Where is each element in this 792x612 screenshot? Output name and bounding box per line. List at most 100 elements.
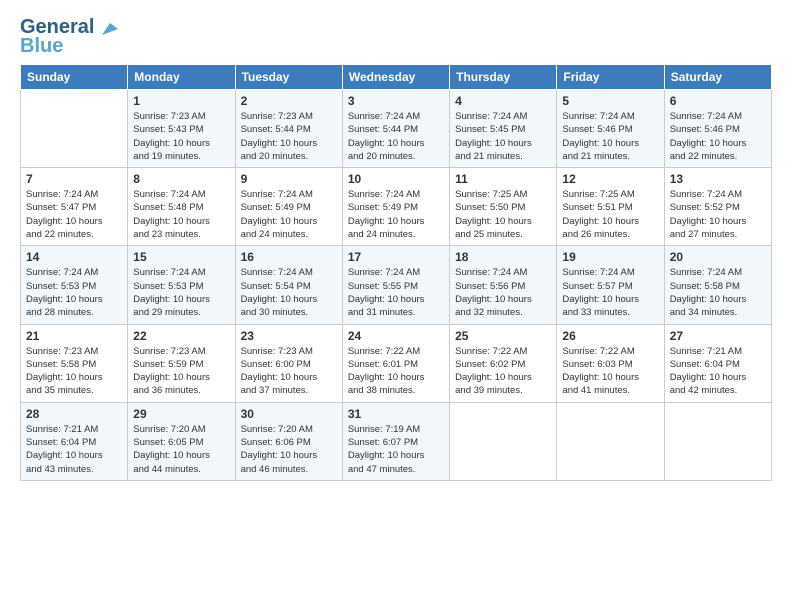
day-detail: Sunrise: 7:22 AM Sunset: 6:01 PM Dayligh… <box>348 345 444 398</box>
logo: General Blue <box>20 16 118 58</box>
table-row: 3 Sunrise: 7:24 AM Sunset: 5:44 PM Daylig… <box>342 90 449 168</box>
day-detail: Sunrise: 7:23 AM Sunset: 5:43 PM Dayligh… <box>133 110 229 163</box>
day-detail: Sunrise: 7:19 AM Sunset: 6:07 PM Dayligh… <box>348 423 444 476</box>
day-number: 15 <box>133 250 229 264</box>
table-row <box>664 402 771 480</box>
day-detail: Sunrise: 7:21 AM Sunset: 6:04 PM Dayligh… <box>670 345 766 398</box>
header-tuesday: Tuesday <box>235 65 342 90</box>
week-row-3: 21 Sunrise: 7:23 AM Sunset: 5:58 PM Dayli… <box>21 324 772 402</box>
table-row <box>21 90 128 168</box>
header-saturday: Saturday <box>664 65 771 90</box>
day-number: 24 <box>348 329 444 343</box>
table-row: 22 Sunrise: 7:23 AM Sunset: 5:59 PM Dayli… <box>128 324 235 402</box>
day-detail: Sunrise: 7:22 AM Sunset: 6:03 PM Dayligh… <box>562 345 658 398</box>
table-row: 20 Sunrise: 7:24 AM Sunset: 5:58 PM Dayli… <box>664 246 771 324</box>
day-number: 23 <box>241 329 337 343</box>
table-row <box>450 402 557 480</box>
day-detail: Sunrise: 7:24 AM Sunset: 5:55 PM Dayligh… <box>348 266 444 319</box>
table-row: 23 Sunrise: 7:23 AM Sunset: 6:00 PM Dayli… <box>235 324 342 402</box>
week-row-2: 14 Sunrise: 7:24 AM Sunset: 5:53 PM Dayli… <box>21 246 772 324</box>
table-row: 12 Sunrise: 7:25 AM Sunset: 5:51 PM Dayli… <box>557 168 664 246</box>
table-row: 30Sunrise: 7:20 AM Sunset: 6:06 PM Dayli… <box>235 402 342 480</box>
day-number: 10 <box>348 172 444 186</box>
table-row: 24 Sunrise: 7:22 AM Sunset: 6:01 PM Dayli… <box>342 324 449 402</box>
day-number: 28 <box>26 407 122 421</box>
day-detail: Sunrise: 7:24 AM Sunset: 5:56 PM Dayligh… <box>455 266 551 319</box>
day-detail: Sunrise: 7:23 AM Sunset: 6:00 PM Dayligh… <box>241 345 337 398</box>
day-number: 18 <box>455 250 551 264</box>
day-number: 21 <box>26 329 122 343</box>
table-row: 6Sunrise: 7:24 AM Sunset: 5:46 PM Daylig… <box>664 90 771 168</box>
week-row-4: 28 Sunrise: 7:21 AM Sunset: 6:04 PM Dayli… <box>21 402 772 480</box>
table-row: 1Sunrise: 7:23 AM Sunset: 5:43 PM Daylig… <box>128 90 235 168</box>
table-row: 26 Sunrise: 7:22 AM Sunset: 6:03 PM Dayli… <box>557 324 664 402</box>
header-sunday: Sunday <box>21 65 128 90</box>
day-detail: Sunrise: 7:23 AM Sunset: 5:44 PM Dayligh… <box>241 110 337 163</box>
day-number: 31 <box>348 407 444 421</box>
day-number: 12 <box>562 172 658 186</box>
table-row: 8Sunrise: 7:24 AM Sunset: 5:48 PM Daylig… <box>128 168 235 246</box>
day-number: 7 <box>26 172 122 186</box>
day-detail: Sunrise: 7:20 AM Sunset: 6:05 PM Dayligh… <box>133 423 229 476</box>
week-row-1: 7 Sunrise: 7:24 AM Sunset: 5:47 PM Daylig… <box>21 168 772 246</box>
day-detail: Sunrise: 7:24 AM Sunset: 5:48 PM Dayligh… <box>133 188 229 241</box>
day-detail: Sunrise: 7:24 AM Sunset: 5:49 PM Dayligh… <box>241 188 337 241</box>
day-detail: Sunrise: 7:24 AM Sunset: 5:53 PM Dayligh… <box>133 266 229 319</box>
day-number: 16 <box>241 250 337 264</box>
day-number: 9 <box>241 172 337 186</box>
week-row-0: 1Sunrise: 7:23 AM Sunset: 5:43 PM Daylig… <box>21 90 772 168</box>
day-number: 3 <box>348 94 444 108</box>
header-monday: Monday <box>128 65 235 90</box>
header-thursday: Thursday <box>450 65 557 90</box>
table-row <box>557 402 664 480</box>
day-number: 22 <box>133 329 229 343</box>
day-detail: Sunrise: 7:24 AM Sunset: 5:47 PM Dayligh… <box>26 188 122 241</box>
day-number: 6 <box>670 94 766 108</box>
day-number: 11 <box>455 172 551 186</box>
day-detail: Sunrise: 7:24 AM Sunset: 5:44 PM Dayligh… <box>348 110 444 163</box>
day-number: 19 <box>562 250 658 264</box>
day-detail: Sunrise: 7:24 AM Sunset: 5:49 PM Dayligh… <box>348 188 444 241</box>
day-detail: Sunrise: 7:24 AM Sunset: 5:52 PM Dayligh… <box>670 188 766 241</box>
table-row: 14Sunrise: 7:24 AM Sunset: 5:53 PM Dayli… <box>21 246 128 324</box>
day-detail: Sunrise: 7:25 AM Sunset: 5:51 PM Dayligh… <box>562 188 658 241</box>
logo-blue: Blue <box>20 35 63 58</box>
day-number: 30 <box>241 407 337 421</box>
table-row: 31 Sunrise: 7:19 AM Sunset: 6:07 PM Dayli… <box>342 402 449 480</box>
table-row: 15 Sunrise: 7:24 AM Sunset: 5:53 PM Dayli… <box>128 246 235 324</box>
day-detail: Sunrise: 7:23 AM Sunset: 5:58 PM Dayligh… <box>26 345 122 398</box>
table-row: 10 Sunrise: 7:24 AM Sunset: 5:49 PM Dayli… <box>342 168 449 246</box>
day-detail: Sunrise: 7:22 AM Sunset: 6:02 PM Dayligh… <box>455 345 551 398</box>
day-detail: Sunrise: 7:21 AM Sunset: 6:04 PM Dayligh… <box>26 423 122 476</box>
table-row: 21 Sunrise: 7:23 AM Sunset: 5:58 PM Dayli… <box>21 324 128 402</box>
day-detail: Sunrise: 7:24 AM Sunset: 5:58 PM Dayligh… <box>670 266 766 319</box>
day-detail: Sunrise: 7:23 AM Sunset: 5:59 PM Dayligh… <box>133 345 229 398</box>
header-friday: Friday <box>557 65 664 90</box>
logo-bird-icon <box>96 19 118 37</box>
header-row: SundayMondayTuesdayWednesdayThursdayFrid… <box>21 65 772 90</box>
day-detail: Sunrise: 7:24 AM Sunset: 5:46 PM Dayligh… <box>562 110 658 163</box>
day-number: 27 <box>670 329 766 343</box>
header-wednesday: Wednesday <box>342 65 449 90</box>
header: General Blue <box>20 16 772 58</box>
day-number: 25 <box>455 329 551 343</box>
day-number: 4 <box>455 94 551 108</box>
table-row: 7 Sunrise: 7:24 AM Sunset: 5:47 PM Daylig… <box>21 168 128 246</box>
table-row: 5Sunrise: 7:24 AM Sunset: 5:46 PM Daylig… <box>557 90 664 168</box>
table-row: 13 Sunrise: 7:24 AM Sunset: 5:52 PM Dayli… <box>664 168 771 246</box>
table-row: 16Sunrise: 7:24 AM Sunset: 5:54 PM Dayli… <box>235 246 342 324</box>
day-number: 13 <box>670 172 766 186</box>
table-row: 25 Sunrise: 7:22 AM Sunset: 6:02 PM Dayli… <box>450 324 557 402</box>
table-row: 11 Sunrise: 7:25 AM Sunset: 5:50 PM Dayli… <box>450 168 557 246</box>
calendar-table: SundayMondayTuesdayWednesdayThursdayFrid… <box>20 64 772 481</box>
day-detail: Sunrise: 7:24 AM Sunset: 5:57 PM Dayligh… <box>562 266 658 319</box>
table-row: 2Sunrise: 7:23 AM Sunset: 5:44 PM Daylig… <box>235 90 342 168</box>
day-detail: Sunrise: 7:25 AM Sunset: 5:50 PM Dayligh… <box>455 188 551 241</box>
day-number: 26 <box>562 329 658 343</box>
page: General Blue SundayMondayTuesdayWednesda… <box>0 0 792 612</box>
table-row: 4Sunrise: 7:24 AM Sunset: 5:45 PM Daylig… <box>450 90 557 168</box>
day-number: 20 <box>670 250 766 264</box>
table-row: 28 Sunrise: 7:21 AM Sunset: 6:04 PM Dayli… <box>21 402 128 480</box>
table-row: 19 Sunrise: 7:24 AM Sunset: 5:57 PM Dayli… <box>557 246 664 324</box>
day-number: 14 <box>26 250 122 264</box>
